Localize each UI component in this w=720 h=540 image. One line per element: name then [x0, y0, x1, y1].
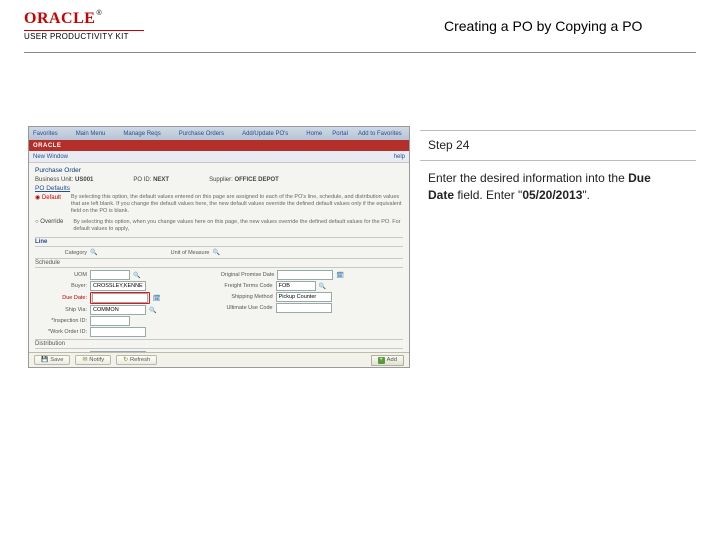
lbl-inspection: *Inspection ID:	[35, 318, 87, 324]
lbl-uom2: Unit of Measure	[157, 250, 209, 256]
instruction-text: Enter the desired information into the D…	[428, 170, 680, 204]
input-ultimate-use[interactable]	[276, 303, 332, 313]
plus-icon: +	[378, 357, 385, 364]
brand-name: ORACLE	[24, 10, 95, 27]
tab-manage-reqs[interactable]: Manage Reqs	[123, 131, 160, 137]
brand-logo: ORACLE® USER PRODUCTIVITY KIT	[24, 10, 144, 41]
sub-bar: New Window help	[29, 151, 409, 163]
input-uom[interactable]	[90, 270, 130, 280]
calendar-icon[interactable]: 🗓	[153, 295, 161, 302]
tab-main-menu[interactable]: Main Menu	[76, 131, 106, 137]
val-po-id: NEXT	[153, 177, 169, 183]
lbl-ship-via: Ship Via:	[35, 307, 87, 313]
link-home[interactable]: Home	[306, 131, 322, 137]
link-new-window[interactable]: New Window	[33, 154, 68, 160]
lbl-buyer: Buyer:	[35, 283, 87, 289]
lbl-category: Category	[35, 250, 87, 256]
lookup-icon[interactable]: 🔍	[149, 307, 156, 314]
refresh-chip[interactable]: ↻Refresh	[116, 355, 157, 365]
notify-chip[interactable]: ✉Notify	[75, 355, 111, 365]
instruction-mid: field. Enter "	[454, 188, 522, 202]
banner-schedule: Schedule	[35, 258, 403, 268]
opt-default[interactable]: ◉ Default	[35, 194, 61, 217]
val-business-unit: US001	[75, 177, 93, 183]
input-inspection[interactable]	[90, 316, 130, 326]
divider-step-top	[420, 130, 696, 131]
lookup-icon[interactable]: 🔍	[319, 283, 326, 290]
link-help[interactable]: help	[394, 154, 405, 160]
top-tabs: Favorites Main Menu Manage Reqs Purchase…	[29, 127, 409, 140]
tab-favorites[interactable]: Favorites	[33, 131, 58, 137]
footer-bar: 💾Save ✉Notify ↻Refresh +Add	[29, 352, 409, 367]
banner-line: Line	[35, 237, 403, 247]
section-po-defaults: PO Defaults	[35, 185, 403, 192]
save-chip[interactable]: 💾Save	[34, 355, 70, 365]
divider-step-bottom	[420, 160, 696, 161]
input-freight[interactable]	[276, 281, 316, 291]
save-icon: 💾	[41, 357, 48, 363]
lbl-po-id: PO ID:	[133, 177, 151, 183]
instruction-post: ".	[582, 188, 590, 202]
lbl-work-order: *Work Order ID:	[35, 329, 87, 335]
input-due-date[interactable]	[92, 293, 148, 303]
link-add-favorites[interactable]: Add to Favorites	[358, 131, 402, 137]
lbl-business-unit: Business Unit:	[35, 177, 73, 183]
lbl-ultimate-use: Ultimate Use Code	[221, 305, 273, 311]
brand-subtitle: USER PRODUCTIVITY KIT	[24, 32, 144, 41]
lbl-orig-prom: Original Promise Date	[221, 272, 275, 278]
tab-add-update-po[interactable]: Add/Update PO's	[242, 131, 288, 137]
lbl-uom: UOM	[35, 272, 87, 278]
instruction-pre: Enter the desired information into the	[428, 171, 628, 185]
heading-purchase-order: Purchase Order	[35, 167, 403, 174]
link-portal[interactable]: Portal	[332, 131, 348, 137]
input-ship-method[interactable]	[276, 292, 332, 302]
lbl-supplier: Supplier:	[209, 177, 233, 183]
lbl-freight: Freight Terms Code	[221, 283, 273, 289]
input-work-order[interactable]	[90, 327, 146, 337]
calendar-icon[interactable]: 🗓	[336, 272, 344, 279]
step-label: Step 24	[428, 138, 469, 152]
lookup-icon[interactable]: 🔍	[90, 249, 97, 256]
refresh-icon: ↻	[123, 357, 128, 363]
brand-bar	[24, 30, 144, 31]
input-orig-prom[interactable]	[277, 270, 333, 280]
val-supplier: OFFICE DEPOT	[234, 177, 278, 183]
instruction-value: 05/20/2013	[522, 188, 582, 202]
brand-tm: ®	[96, 10, 101, 17]
opt-override[interactable]: ○ Override	[35, 219, 63, 235]
notify-icon: ✉	[82, 357, 87, 363]
lbl-ship-method: Shipping Method	[221, 294, 273, 300]
para-default: By selecting this option, the default va…	[71, 194, 403, 215]
lookup-icon[interactable]: 🔍	[212, 249, 219, 256]
oracle-bar: ORACLE	[29, 140, 409, 151]
input-buyer[interactable]	[90, 281, 146, 291]
lookup-icon[interactable]: 🔍	[133, 272, 140, 279]
input-ship-via[interactable]	[90, 305, 146, 315]
page-title: Creating a PO by Copying a PO	[444, 18, 642, 34]
para-override: By selecting this option, when you chang…	[73, 219, 403, 233]
divider-top	[24, 52, 696, 53]
lbl-due-date: Due Date:	[35, 295, 87, 301]
banner-distribution: Distribution	[35, 339, 403, 349]
app-screenshot: Favorites Main Menu Manage Reqs Purchase…	[28, 126, 410, 368]
tab-purchase-orders[interactable]: Purchase Orders	[179, 131, 224, 137]
add-button[interactable]: +Add	[371, 355, 404, 366]
